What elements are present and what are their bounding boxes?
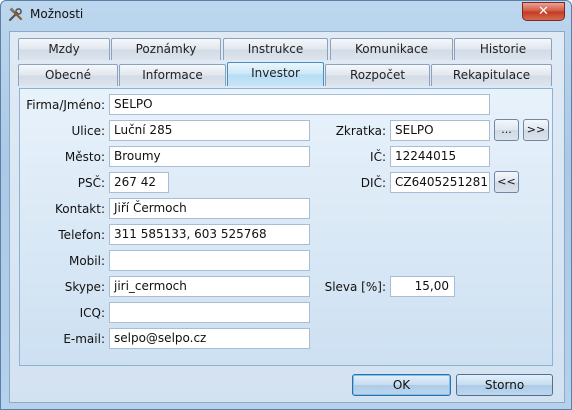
telefon-label: Telefon: (58, 228, 105, 242)
telefon-field[interactable]: 311 585133, 603 525768 (109, 224, 310, 245)
email-label: E-mail: (63, 332, 105, 346)
zkratka-field[interactable]: SELPO (390, 120, 490, 141)
ulice-label: Ulice: (71, 124, 105, 138)
ic-label: IČ: (370, 150, 386, 164)
tab-komunikace[interactable]: Komunikace (330, 38, 453, 60)
ok-button[interactable]: OK (352, 374, 451, 396)
back-button[interactable]: << (494, 171, 519, 193)
email-field[interactable]: selpo@selpo.cz (109, 328, 310, 349)
icq-label: ICQ: (79, 306, 105, 320)
skype-field[interactable]: jiri_cermoch (109, 276, 310, 297)
mobil-label: Mobil: (68, 254, 105, 268)
zkratka-label: Zkratka: (335, 124, 386, 138)
psc-label: PSČ: (77, 176, 105, 190)
close-icon: ✕ (538, 4, 549, 19)
cancel-button[interactable]: Storno (456, 374, 553, 396)
kontakt-field[interactable]: Jiří Čermoch (109, 198, 310, 219)
dic-field[interactable]: CZ6405251281 (390, 172, 490, 193)
firma-field[interactable]: SELPO (109, 94, 490, 115)
tab-investor[interactable]: Investor (227, 62, 324, 86)
mesto-label: Město: (64, 150, 105, 164)
tab-instrukce[interactable]: Instrukce (223, 38, 328, 60)
firma-label: Firma/Jméno: (26, 98, 105, 112)
dic-label: DIČ: (360, 176, 386, 190)
tab-rozpocet[interactable]: Rozpočet (325, 64, 430, 86)
tab-obecne[interactable]: Obecné (18, 64, 118, 86)
psc-field[interactable]: 267 42 (109, 172, 169, 193)
tab-informace[interactable]: Informace (119, 64, 226, 86)
tools-icon (8, 7, 24, 23)
browse-button[interactable]: ... (494, 119, 519, 141)
title-bar[interactable]: Možnosti ✕ (1, 1, 571, 29)
close-button[interactable]: ✕ (522, 2, 565, 21)
tab-historie[interactable]: Historie (454, 38, 552, 60)
icq-field[interactable] (109, 302, 310, 323)
sleva-label: Sleva [%]: (324, 280, 386, 294)
tab-rekapitulace[interactable]: Rekapitulace (431, 64, 552, 86)
ulice-field[interactable]: Luční 285 (109, 120, 310, 141)
skype-label: Skype: (64, 280, 105, 294)
forward-button[interactable]: >> (523, 119, 549, 141)
tab-poznamky[interactable]: Poznámky (111, 38, 221, 60)
sleva-field[interactable]: 15,00 (390, 276, 455, 297)
kontakt-label: Kontakt: (55, 202, 105, 216)
tab-mzdy[interactable]: Mzdy (18, 38, 110, 60)
mobil-field[interactable] (109, 250, 310, 271)
options-window: Možnosti ✕ Mzdy Poznámky Instrukce Komun… (0, 0, 572, 410)
mesto-field[interactable]: Broumy (109, 146, 310, 167)
ic-field[interactable]: 12244015 (390, 146, 490, 167)
window-title: Možnosti (30, 7, 84, 21)
